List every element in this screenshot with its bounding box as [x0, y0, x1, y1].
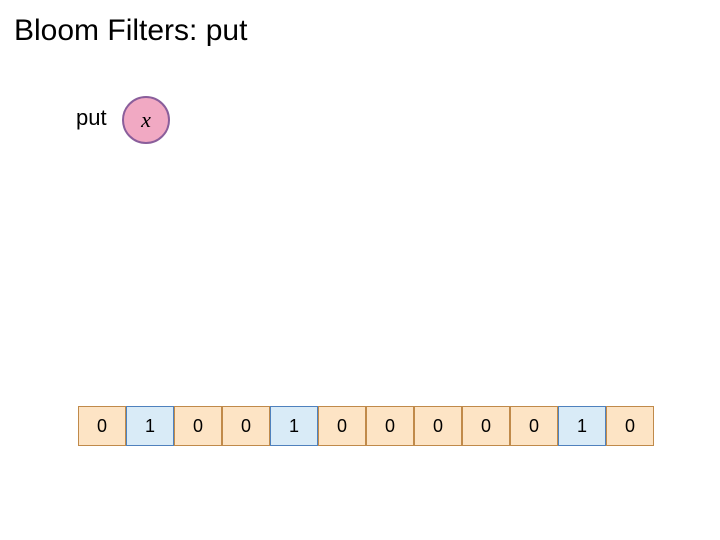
- bit-cell: 1: [558, 406, 606, 446]
- bit-cell: 1: [126, 406, 174, 446]
- element-x-node: x: [122, 96, 170, 144]
- bit-cell: 1: [270, 406, 318, 446]
- bit-cell: 0: [414, 406, 462, 446]
- bit-cell: 0: [462, 406, 510, 446]
- bit-cell: 0: [174, 406, 222, 446]
- put-operation-label: put: [76, 105, 107, 131]
- bit-cell: 0: [222, 406, 270, 446]
- bit-cell: 0: [78, 406, 126, 446]
- bit-cell: 0: [366, 406, 414, 446]
- bit-cell: 0: [606, 406, 654, 446]
- bit-array: 0 1 0 0 1 0 0 0 0 0 1 0: [78, 406, 654, 446]
- page-title: Bloom Filters: put: [14, 14, 247, 48]
- bit-cell: 0: [510, 406, 558, 446]
- bit-cell: 0: [318, 406, 366, 446]
- element-x-label: x: [141, 107, 151, 133]
